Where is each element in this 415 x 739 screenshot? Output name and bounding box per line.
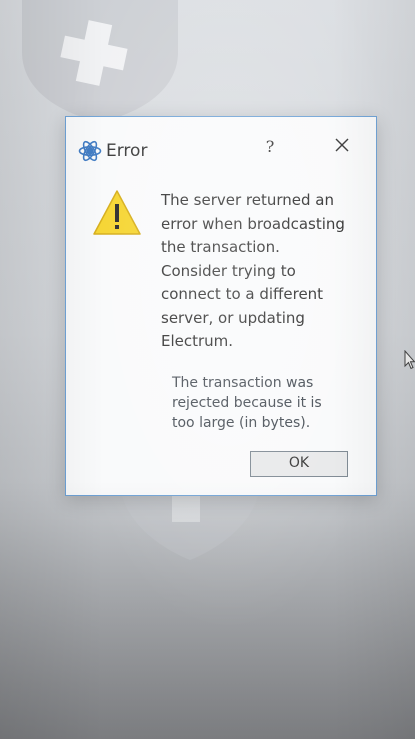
warning-triangle-icon <box>93 190 141 235</box>
close-icon[interactable] <box>328 131 356 159</box>
dialog-titlebar: Error ? <box>66 117 376 162</box>
error-message-line: Consider trying to <box>161 261 296 280</box>
background-shield-icon <box>22 0 178 122</box>
error-detail-line: rejected because it is <box>172 395 322 411</box>
error-detail-line: too large (in bytes). <box>172 415 311 431</box>
error-detail-line: The transaction was <box>172 375 314 391</box>
error-message-line: error when broadcasting <box>161 214 345 233</box>
help-button[interactable]: ? <box>258 135 282 159</box>
electrum-logo-icon <box>78 140 102 162</box>
error-detail: The transaction was rejected because it … <box>172 373 362 433</box>
dialog-title: Error <box>106 141 148 161</box>
error-message-line: The server returned an <box>161 191 334 209</box>
ok-button[interactable]: OK <box>250 451 348 477</box>
error-dialog: Error ? The server returned an error whe… <box>65 116 377 496</box>
error-message-line: connect to a different <box>161 285 324 303</box>
error-message-line: server, or updating <box>161 308 305 327</box>
error-message-line: Electrum. <box>161 332 234 350</box>
mouse-cursor-icon <box>404 350 415 370</box>
error-message: The server returned an error when broadc… <box>161 189 366 354</box>
error-message-line: the transaction. <box>161 238 280 256</box>
